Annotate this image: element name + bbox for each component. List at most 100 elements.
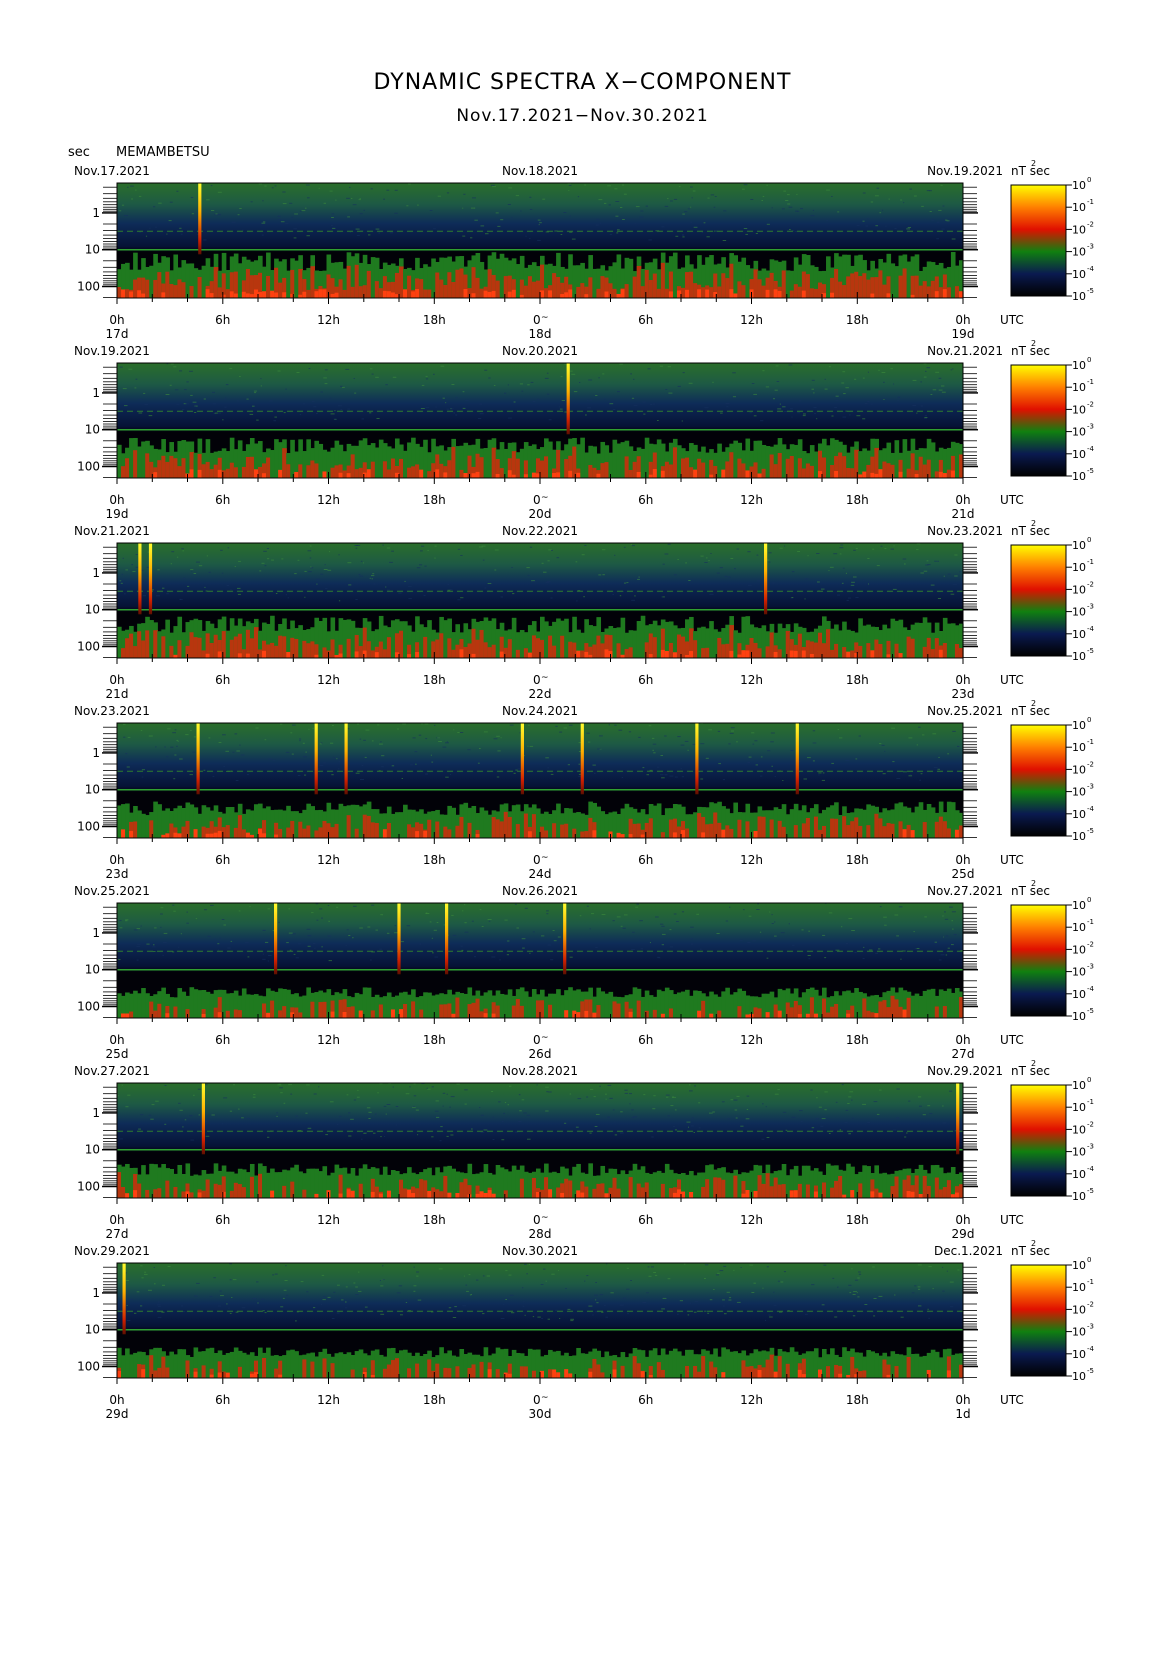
colorbar-label-exponent: -5 <box>1087 287 1094 295</box>
panel-date-left: Nov.17.2021 <box>74 164 150 178</box>
y-tick-label: 1 <box>92 1286 100 1300</box>
x-tick-label: 12h <box>317 853 340 867</box>
y-tick-label: 10 <box>85 603 100 617</box>
x-tick-label: 18h <box>846 313 869 327</box>
panel-date-right: Nov.25.2021 <box>927 704 1003 718</box>
colorbar-label: 10 <box>1072 1146 1086 1159</box>
panel-date-right: Nov.21.2021 <box>927 344 1003 358</box>
colorbar-label-exponent: -3 <box>1087 963 1094 971</box>
colorbar-label: 10 <box>1072 583 1086 596</box>
spike-event <box>580 723 584 795</box>
day-label-right: 29d <box>952 1227 975 1241</box>
day-label-left: 17d <box>106 327 129 341</box>
colorbar <box>1010 184 1067 297</box>
day-label-right: 27d <box>952 1047 975 1061</box>
x-tick-label: 0h <box>955 1033 970 1047</box>
spectra-panel: Nov.29.2021 Nov.30.2021 Dec.1.2021 nT sec21… <box>74 1239 1095 1421</box>
colorbar <box>1010 364 1067 477</box>
x-tick-label: 12h <box>317 1033 340 1047</box>
colorbar-label-exponent: -2 <box>1087 220 1094 228</box>
colorbar-label: 10 <box>1072 268 1086 281</box>
colorbar-label: 10 <box>1072 1079 1086 1092</box>
colorbar <box>1010 1084 1067 1197</box>
x-tick-label: 18h <box>423 493 446 507</box>
x-tick-label: 18h <box>423 853 446 867</box>
colorbar-unit-exponent: 2 <box>1031 159 1036 168</box>
x-tick-label: ~ <box>541 1033 549 1043</box>
colorbar-unit-exponent: 2 <box>1031 879 1036 888</box>
x-tick-label: 0h <box>955 313 970 327</box>
panel-date-right: Nov.27.2021 <box>927 884 1003 898</box>
colorbar-label: 10 <box>1072 808 1086 821</box>
x-tick-label: 18h <box>846 853 869 867</box>
y-tick-label: 1 <box>92 206 100 220</box>
spike-event <box>198 183 202 255</box>
colorbar-unit-exponent: 2 <box>1031 339 1036 348</box>
colorbar-label: 10 <box>1072 246 1086 259</box>
day-label-left: 27d <box>106 1227 129 1241</box>
x-tick-label: 12h <box>740 1033 763 1047</box>
spike-event <box>344 723 348 795</box>
day-label-left: 23d <box>106 867 129 881</box>
colorbar-label-exponent: -4 <box>1087 985 1095 993</box>
time-zone-label: UTC <box>1000 673 1024 687</box>
x-tick-label: 0h <box>955 673 970 687</box>
time-zone-label: UTC <box>1000 1213 1024 1227</box>
x-tick-label: 6h <box>215 493 230 507</box>
colorbar-label: 10 <box>1072 470 1086 483</box>
colorbar-label: 10 <box>1072 1303 1086 1316</box>
x-tick-label: 12h <box>740 853 763 867</box>
colorbar-label: 10 <box>1072 830 1086 843</box>
colorbar-label-exponent: -1 <box>1087 738 1094 746</box>
day-label-left: 21d <box>106 687 129 701</box>
x-tick-label: 18h <box>846 493 869 507</box>
colorbar-label-exponent: -4 <box>1087 625 1095 633</box>
x-tick-label: 6h <box>215 1393 230 1407</box>
x-tick-label: 0 <box>533 1033 541 1047</box>
colorbar-label: 10 <box>1072 1168 1086 1181</box>
colorbar-unit-exponent: 2 <box>1031 699 1036 708</box>
panel-date-center: Nov.18.2021 <box>502 164 578 178</box>
day-label-center: 22d <box>529 687 552 701</box>
time-zone-label: UTC <box>1000 1033 1024 1047</box>
spectra-panel: Nov.27.2021 Nov.28.2021 Nov.29.2021 nT sec2… <box>74 1059 1095 1241</box>
colorbar-label-exponent: -3 <box>1087 1143 1094 1151</box>
y-tick-label: 100 <box>77 820 100 834</box>
time-zone-label: UTC <box>1000 1393 1024 1407</box>
x-tick-label: 0h <box>109 1033 124 1047</box>
colorbar-unit-exponent: 2 <box>1031 1059 1036 1068</box>
colorbar-label-exponent: 0 <box>1087 176 1091 184</box>
x-tick-label: 0h <box>955 1393 970 1407</box>
x-tick-label: 0 <box>533 673 541 687</box>
x-tick-label: 18h <box>423 1213 446 1227</box>
colorbar-label: 10 <box>1072 966 1086 979</box>
x-tick-label: 12h <box>740 1393 763 1407</box>
x-tick-label: 6h <box>638 1033 653 1047</box>
colorbar-label: 10 <box>1072 741 1086 754</box>
colorbar-label: 10 <box>1072 899 1086 912</box>
colorbar-label: 10 <box>1072 650 1086 663</box>
x-tick-label: ~ <box>541 853 549 863</box>
y-tick-label: 10 <box>85 423 100 437</box>
day-label-right: 25d <box>952 867 975 881</box>
x-tick-label: 0h <box>955 493 970 507</box>
y-tick-label: 100 <box>77 460 100 474</box>
colorbar-label: 10 <box>1072 921 1086 934</box>
panel-date-right: Nov.19.2021 <box>927 164 1003 178</box>
colorbar-label-exponent: -2 <box>1087 1300 1094 1308</box>
spike-event <box>520 723 524 795</box>
x-tick-label: 0 <box>533 493 541 507</box>
y-tick-label: 10 <box>85 963 100 977</box>
panel-date-left: Nov.19.2021 <box>74 344 150 358</box>
y-tick-label: 10 <box>85 783 100 797</box>
colorbar-label: 10 <box>1072 988 1086 1001</box>
colorbar-label-exponent: -5 <box>1087 647 1094 655</box>
x-tick-label: ~ <box>541 673 549 683</box>
x-tick-label: 0h <box>109 493 124 507</box>
day-label-right: 23d <box>952 687 975 701</box>
x-tick-label: 6h <box>638 313 653 327</box>
colorbar-label: 10 <box>1072 201 1086 214</box>
colorbar-label: 10 <box>1072 426 1086 439</box>
colorbar-label: 10 <box>1072 1190 1086 1203</box>
spike-event <box>148 543 153 615</box>
